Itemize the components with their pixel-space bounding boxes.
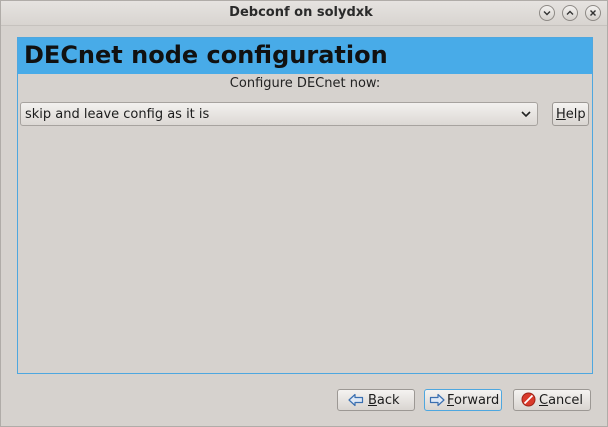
cancel-button-label: Cancel — [539, 393, 584, 408]
stop-icon — [521, 392, 536, 407]
arrow-left-icon — [348, 393, 364, 407]
close-button[interactable] — [585, 5, 601, 21]
configure-decnet-select[interactable]: skip and leave config as it is — [20, 102, 538, 126]
select-value: skip and leave config as it is — [25, 107, 210, 122]
help-button[interactable]: Help — [552, 102, 589, 126]
chevron-down-icon — [543, 11, 551, 16]
arrow-right-icon — [429, 393, 445, 407]
help-button-label: Help — [556, 107, 586, 122]
debconf-window: Debconf on solydxk DECnet node configura… — [0, 0, 608, 427]
page-title: DECnet node configuration — [24, 41, 388, 69]
config-panel: DECnet node configuration Configure DECn… — [17, 37, 593, 374]
back-button-label: Back — [368, 393, 400, 408]
back-button[interactable]: Back — [337, 389, 415, 411]
minimize-button[interactable] — [539, 5, 555, 21]
maximize-button[interactable] — [562, 5, 578, 21]
window-title: Debconf on solydxk — [229, 5, 373, 20]
header-band: DECnet node configuration — [18, 38, 592, 74]
forward-button-label: Forward — [447, 393, 500, 408]
forward-button[interactable]: Forward — [424, 389, 502, 411]
close-icon — [590, 10, 596, 16]
title-bar[interactable]: Debconf on solydxk — [1, 1, 607, 26]
question-label: Configure DECnet now: — [229, 76, 381, 91]
chevron-up-icon — [566, 10, 574, 15]
chevron-down-icon — [521, 111, 531, 118]
cancel-button[interactable]: Cancel — [513, 389, 591, 411]
